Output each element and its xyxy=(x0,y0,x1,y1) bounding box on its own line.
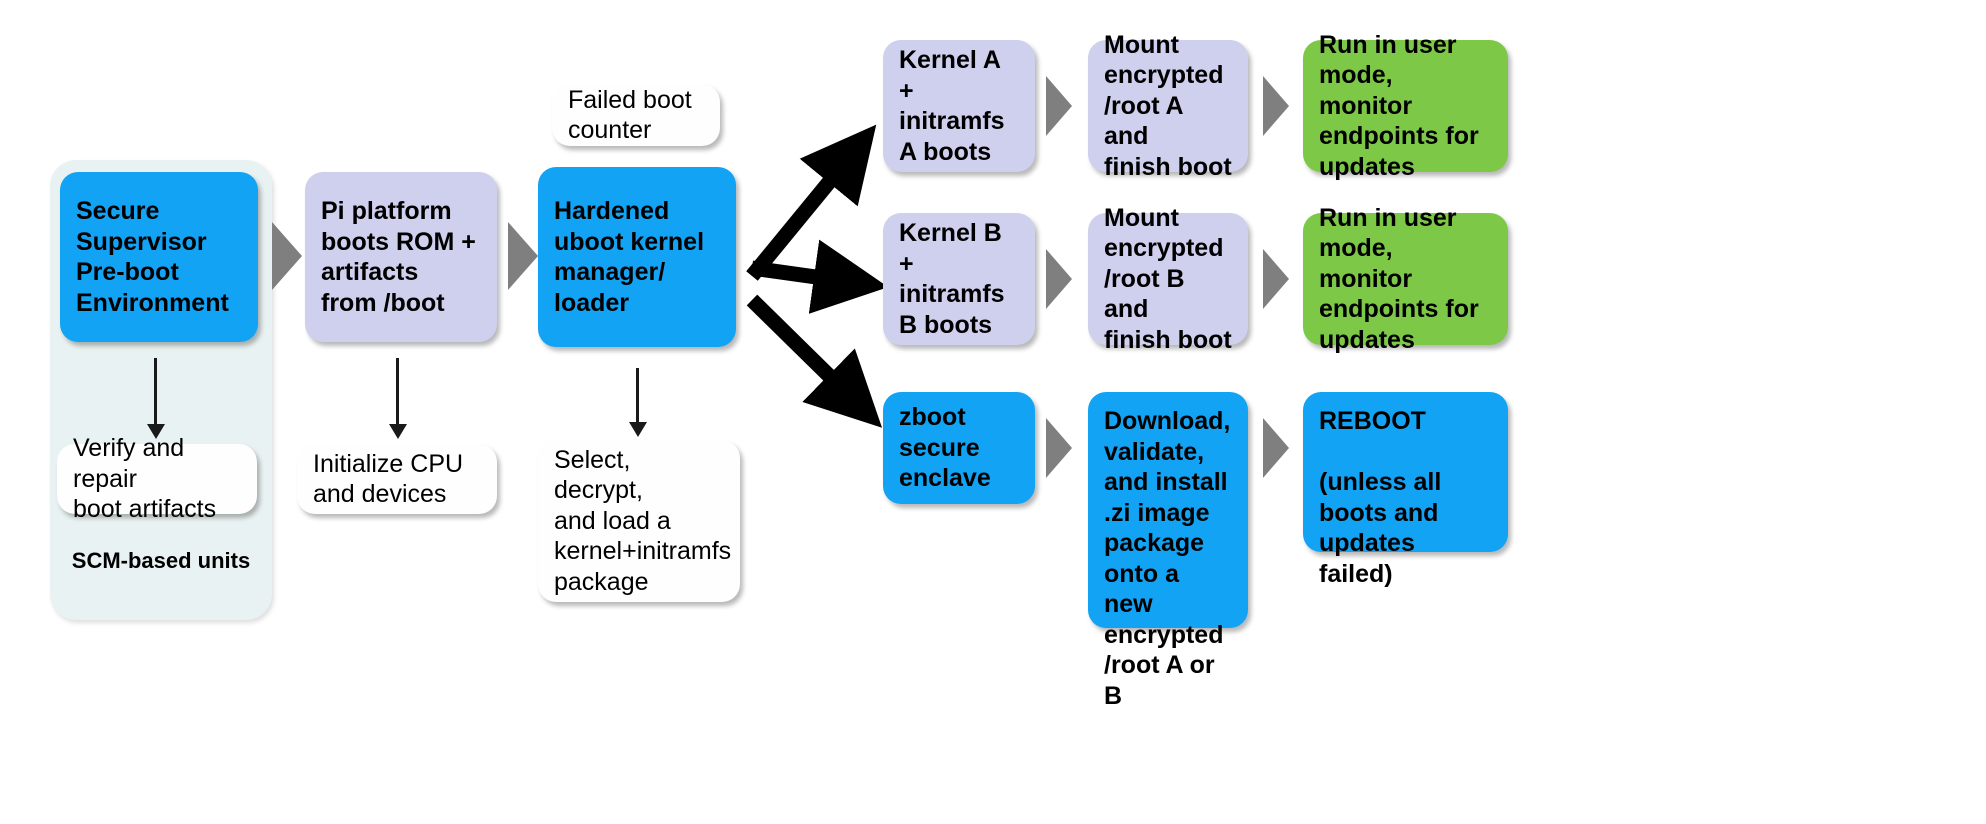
chevron-arrow-a1 xyxy=(1046,76,1072,136)
node-reboot-label: REBOOT (unless all boots and updates fai… xyxy=(1319,407,1442,588)
node-pi-platform-label: Pi platform boots ROM + artifacts from /… xyxy=(321,197,476,317)
node-mount-root-a[interactable]: Mount encrypted /root A and finish boot xyxy=(1088,31,1248,181)
node-run-user-mode-a-label: Run in user mode, monitor endpoints for … xyxy=(1319,30,1479,181)
branch-arrow-kernel-a xyxy=(746,124,877,281)
node-initialize-cpu-label: Initialize CPU and devices xyxy=(313,449,464,509)
arrow-head-col3 xyxy=(629,422,647,437)
node-download-install-label: Download, validate, and install .zi imag… xyxy=(1104,407,1231,710)
node-zboot-enclave-label: zboot secure enclave xyxy=(899,403,991,493)
node-hardened-uboot[interactable]: Hardened uboot kernel manager/ loader xyxy=(538,167,736,347)
chevron-arrow-c1 xyxy=(1046,418,1072,478)
node-hardened-uboot-label: Hardened uboot kernel manager/ loader xyxy=(554,197,705,317)
node-download-install[interactable]: Download, validate, and install .zi imag… xyxy=(1088,392,1248,710)
diagram-canvas: SCM-based units Secure Supervisor Pre-bo… xyxy=(0,0,1986,824)
node-failed-boot-counter[interactable]: Failed boot counter xyxy=(552,84,720,146)
chevron-arrow-c2 xyxy=(1263,418,1289,478)
node-run-user-mode-b-label: Run in user mode, monitor endpoints for … xyxy=(1319,203,1479,354)
arrow-line-col2 xyxy=(396,358,399,428)
node-failed-boot-counter-label: Failed boot counter xyxy=(568,85,692,145)
node-kernel-a[interactable]: Kernel A + initramfs A boots xyxy=(883,40,1035,172)
node-reboot[interactable]: REBOOT (unless all boots and updates fai… xyxy=(1303,392,1508,588)
arrow-line-col1 xyxy=(154,358,157,428)
node-secure-supervisor[interactable]: Secure Supervisor Pre-boot Environment xyxy=(60,172,258,342)
node-run-user-mode-a[interactable]: Run in user mode, monitor endpoints for … xyxy=(1303,31,1508,181)
node-select-decrypt[interactable]: Select, decrypt, and load a kernel+initr… xyxy=(538,440,740,602)
arrow-head-col2 xyxy=(389,424,407,439)
chevron-arrow-b1 xyxy=(1046,249,1072,309)
node-secure-supervisor-label: Secure Supervisor Pre-boot Environment xyxy=(76,197,229,317)
node-pi-platform[interactable]: Pi platform boots ROM + artifacts from /… xyxy=(305,172,497,342)
node-verify-repair-label: Verify and repair boot artifacts xyxy=(73,434,217,524)
node-verify-repair[interactable]: Verify and repair boot artifacts xyxy=(57,434,257,523)
chevron-arrow-2 xyxy=(508,222,538,290)
node-mount-root-b[interactable]: Mount encrypted /root B and finish boot xyxy=(1088,204,1248,354)
branch-arrow-kernel-b xyxy=(750,239,889,314)
node-kernel-b-label: Kernel B + initramfs B boots xyxy=(899,219,1005,339)
scm-group-label: SCM-based units xyxy=(71,548,251,573)
node-kernel-b[interactable]: Kernel B + initramfs B boots xyxy=(883,213,1035,345)
node-run-user-mode-b[interactable]: Run in user mode, monitor endpoints for … xyxy=(1303,204,1508,354)
node-zboot-enclave[interactable]: zboot secure enclave xyxy=(883,392,1035,504)
chevron-arrow-1 xyxy=(272,222,302,290)
chevron-arrow-b2 xyxy=(1263,249,1289,309)
branch-arrow-zboot xyxy=(746,294,883,428)
node-kernel-a-label: Kernel A + initramfs A boots xyxy=(899,46,1005,166)
node-mount-root-a-label: Mount encrypted /root A and finish boot xyxy=(1104,30,1232,181)
node-select-decrypt-label: Select, decrypt, and load a kernel+initr… xyxy=(554,445,732,596)
node-initialize-cpu[interactable]: Initialize CPU and devices xyxy=(297,444,497,514)
node-mount-root-b-label: Mount encrypted /root B and finish boot xyxy=(1104,203,1232,354)
chevron-arrow-a2 xyxy=(1263,76,1289,136)
arrow-line-col3 xyxy=(636,368,639,426)
